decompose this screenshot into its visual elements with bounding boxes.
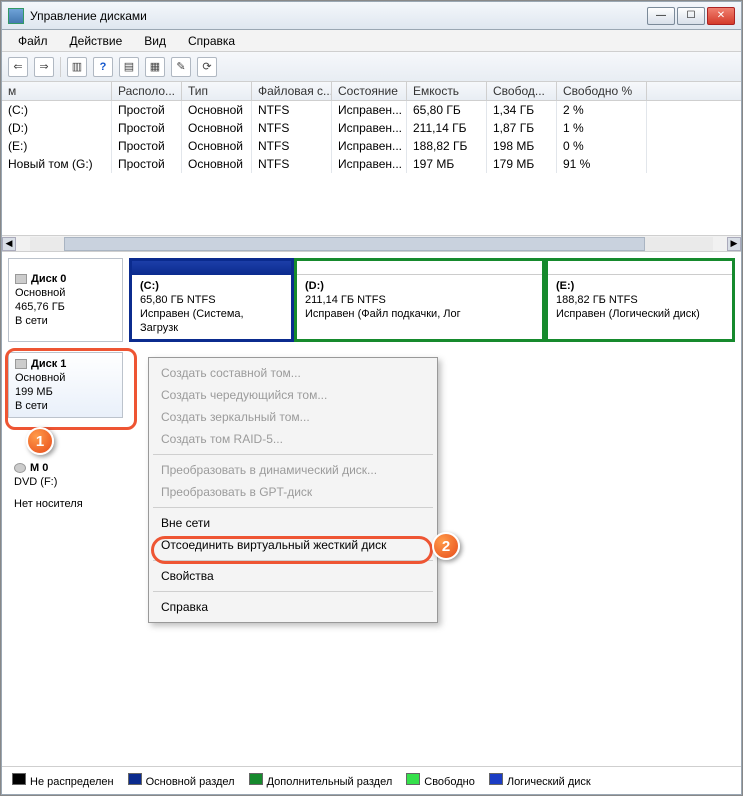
disk1-area: Диск 1 Основной 199 МБ В сети M 0 DVD (F… (8, 352, 735, 652)
scroll-track[interactable] (30, 237, 713, 251)
partition-c[interactable]: (C:) 65,80 ГБ NTFS Исправен (Система, За… (129, 258, 294, 342)
toolbar: ⇐ ⇒ ▥ ? ▤ ▦ ✎ ⟳ (2, 52, 741, 82)
window-title: Управление дисками (30, 9, 147, 23)
menu-action[interactable]: Действие (60, 32, 133, 50)
layout-bottom-icon: ▤ (124, 60, 134, 73)
context-menu: Создать составной том... Создать чередую… (148, 357, 438, 623)
view-bottom-button[interactable]: ▤ (119, 57, 139, 77)
annotation-badge-2: 2 (432, 532, 460, 560)
legend: Не распределен Основной раздел Дополните… (2, 766, 741, 794)
cdrom-label[interactable]: M 0 DVD (F:) Нет носителя (8, 457, 123, 515)
show-hide-console-tree-button[interactable]: ▥ (67, 57, 87, 77)
scroll-right-arrow[interactable]: ▶ (727, 237, 741, 251)
properties-icon: ✎ (176, 60, 185, 73)
volume-list-body: (C:) Простой Основной NTFS Исправен... 6… (2, 101, 741, 235)
disk-icon (15, 359, 27, 369)
ctx-convert-dynamic: Преобразовать в динамический диск... (151, 459, 435, 481)
ctx-separator (153, 454, 433, 455)
scroll-left-arrow[interactable]: ◀ (2, 237, 16, 251)
tree-icon: ▥ (72, 60, 82, 73)
ctx-separator (153, 560, 433, 561)
legend-logical: Логический диск (489, 773, 591, 788)
column-filesystem[interactable]: Файловая с... (252, 82, 332, 100)
ctx-convert-gpt: Преобразовать в GPT-диск (151, 481, 435, 503)
ctx-create-mirror: Создать зеркальный том... (151, 406, 435, 428)
properties-button[interactable]: ✎ (171, 57, 191, 77)
menu-help[interactable]: Справка (178, 32, 245, 50)
column-status[interactable]: Состояние (332, 82, 407, 100)
partition-header (132, 261, 291, 275)
volume-list-header: м Располо... Тип Файловая с... Состояние… (2, 82, 741, 101)
ctx-create-spanned: Создать составной том... (151, 362, 435, 384)
ctx-create-raid5: Создать том RAID-5... (151, 428, 435, 450)
column-free-percent[interactable]: Свободно % (557, 82, 647, 100)
help-icon: ? (100, 61, 107, 73)
window: Управление дисками — ☐ ✕ Файл Действие В… (1, 1, 742, 795)
back-button[interactable]: ⇐ (8, 57, 28, 77)
layout-top-icon: ▦ (150, 60, 160, 73)
column-name[interactable]: м (2, 82, 112, 100)
legend-primary: Основной раздел (128, 773, 235, 788)
disk0-partitions: (C:) 65,80 ГБ NTFS Исправен (Система, За… (129, 258, 735, 342)
column-type[interactable]: Тип (182, 82, 252, 100)
legend-free: Свободно (406, 773, 475, 788)
cdrom-row: M 0 DVD (F:) Нет носителя (8, 457, 123, 515)
partition-header (548, 261, 732, 275)
refresh-button[interactable]: ⟳ (197, 57, 217, 77)
volume-row[interactable]: Новый том (G:) Простой Основной NTFS Исп… (2, 155, 741, 173)
volume-list-pane: м Располо... Тип Файловая с... Состояние… (2, 82, 741, 252)
maximize-button[interactable]: ☐ (677, 7, 705, 25)
ctx-separator (153, 507, 433, 508)
view-top-button[interactable]: ▦ (145, 57, 165, 77)
disk-row-1: Диск 1 Основной 199 МБ В сети (8, 352, 123, 418)
help-button[interactable]: ? (93, 57, 113, 77)
column-free[interactable]: Свобод... (487, 82, 557, 100)
menu-view[interactable]: Вид (134, 32, 176, 50)
legend-extended: Дополнительный раздел (249, 773, 393, 788)
legend-unallocated: Не распределен (12, 773, 114, 788)
ctx-offline[interactable]: Вне сети (151, 512, 435, 534)
ctx-create-striped: Создать чередующийся том... (151, 384, 435, 406)
graphical-disk-pane: Диск 0 Основной 465,76 ГБ В сети (C:) 65… (2, 252, 741, 766)
toolbar-separator (60, 57, 61, 77)
disk0-label[interactable]: Диск 0 Основной 465,76 ГБ В сети (8, 258, 123, 342)
menu-file[interactable]: Файл (8, 32, 58, 50)
close-button[interactable]: ✕ (707, 7, 735, 25)
refresh-icon: ⟳ (202, 60, 211, 73)
arrow-left-icon: ⇐ (13, 60, 22, 73)
ctx-help[interactable]: Справка (151, 596, 435, 618)
annotation-badge-1: 1 (26, 427, 54, 455)
partition-header (297, 261, 542, 275)
ctx-separator (153, 591, 433, 592)
horizontal-scrollbar[interactable]: ◀ ▶ (2, 235, 741, 251)
titlebar: Управление дисками — ☐ ✕ (2, 2, 741, 30)
disk1-label[interactable]: Диск 1 Основной 199 МБ В сети (8, 352, 123, 418)
partition-d[interactable]: (D:) 211,14 ГБ NTFS Исправен (Файл подка… (294, 258, 545, 342)
ctx-detach-vhd[interactable]: Отсоединить виртуальный жесткий диск (151, 534, 435, 556)
scroll-thumb[interactable] (64, 237, 645, 251)
arrow-right-icon: ⇒ (39, 60, 48, 73)
column-layout[interactable]: Располо... (112, 82, 182, 100)
column-capacity[interactable]: Емкость (407, 82, 487, 100)
disk-row-0: Диск 0 Основной 465,76 ГБ В сети (C:) 65… (8, 258, 735, 342)
volume-row[interactable]: (D:) Простой Основной NTFS Исправен... 2… (2, 119, 741, 137)
menubar: Файл Действие Вид Справка (2, 30, 741, 52)
minimize-button[interactable]: — (647, 7, 675, 25)
app-icon (8, 8, 24, 24)
disk-icon (15, 274, 27, 284)
cdrom-icon (14, 463, 26, 473)
volume-row[interactable]: (C:) Простой Основной NTFS Исправен... 6… (2, 101, 741, 119)
forward-button[interactable]: ⇒ (34, 57, 54, 77)
ctx-properties[interactable]: Свойства (151, 565, 435, 587)
partition-e[interactable]: (E:) 188,82 ГБ NTFS Исправен (Логический… (545, 258, 735, 342)
volume-row[interactable]: (E:) Простой Основной NTFS Исправен... 1… (2, 137, 741, 155)
